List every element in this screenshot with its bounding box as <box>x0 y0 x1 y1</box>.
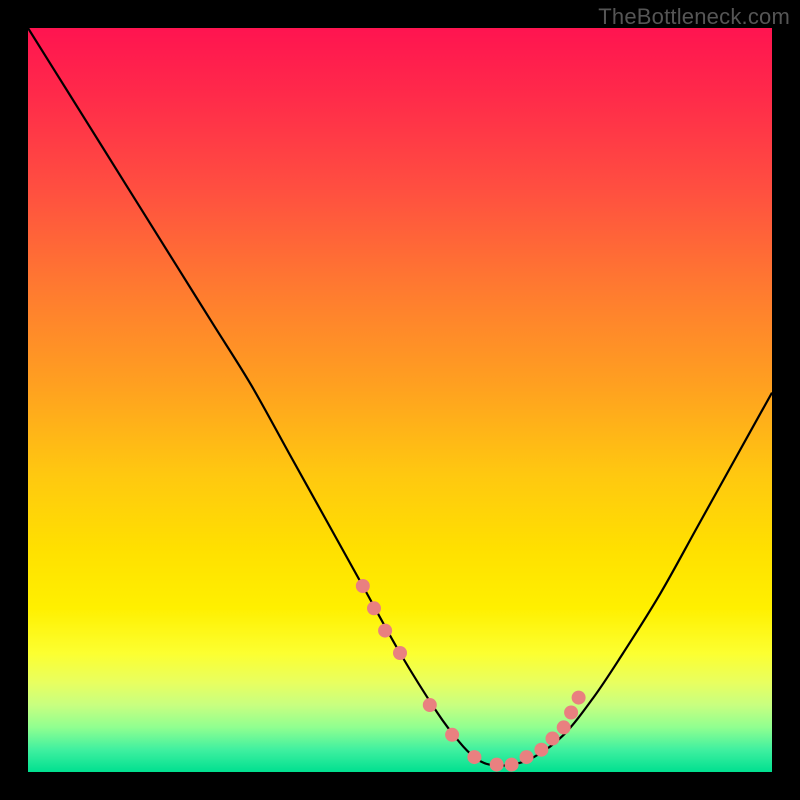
highlight-dot <box>572 691 586 705</box>
highlight-dot <box>557 720 571 734</box>
highlight-dot <box>564 706 578 720</box>
chart-plot-area <box>28 28 772 772</box>
highlight-dot <box>393 646 407 660</box>
highlight-dot <box>546 732 560 746</box>
highlight-dots-group <box>356 579 586 772</box>
highlight-dot <box>378 624 392 638</box>
highlight-dot <box>490 758 504 772</box>
highlight-dot <box>467 750 481 764</box>
watermark-label: TheBottleneck.com <box>598 4 790 30</box>
chart-frame: TheBottleneck.com <box>0 0 800 800</box>
highlight-dot <box>356 579 370 593</box>
highlight-dot <box>423 698 437 712</box>
highlight-dot <box>520 750 534 764</box>
curve-layer <box>28 28 772 772</box>
highlight-dot <box>445 728 459 742</box>
highlight-dot <box>367 601 381 615</box>
highlight-dot <box>505 758 519 772</box>
highlight-dot <box>534 743 548 757</box>
